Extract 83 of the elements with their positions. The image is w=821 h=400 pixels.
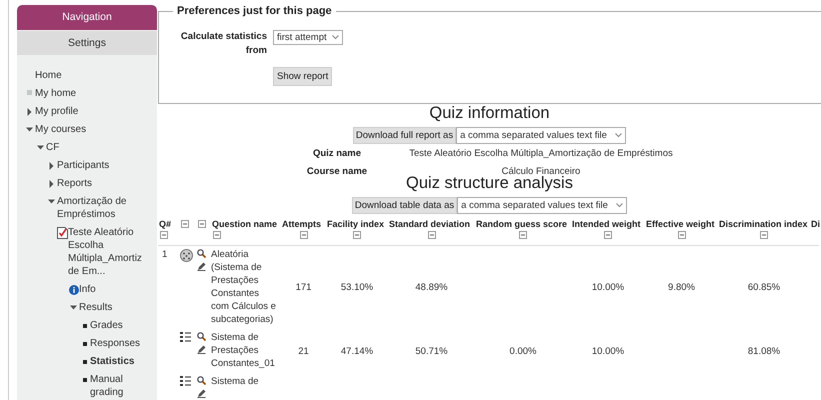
edit-icon[interactable] <box>197 345 206 354</box>
table-cell: 171 <box>296 282 312 293</box>
expanded-arrow-icon[interactable] <box>26 126 33 132</box>
table-cell: 47.14% <box>340 346 374 356</box>
collapsed-arrow-icon[interactable] <box>26 108 33 116</box>
settings-tab[interactable]: Settings <box>17 31 157 55</box>
list-icon <box>180 332 191 342</box>
column-header: Standard deviation <box>389 219 470 229</box>
edit-icon[interactable] <box>197 389 206 398</box>
field-value: Teste Aleatório Escolha Múltipla_Amortização de Empréstimos <box>408 148 674 159</box>
expanded-arrow-icon[interactable] <box>70 304 77 310</box>
bullet-icon <box>82 342 86 346</box>
list-icon <box>180 376 191 386</box>
statistics-label: Calculate statistics from <box>180 30 267 58</box>
checked-document-icon <box>57 226 68 238</box>
table-cell: 9.80% <box>668 282 695 293</box>
question-name-link[interactable]: Sistema de Prestações Constantes_01 <box>211 331 277 370</box>
column-header: Discrimination index <box>719 219 808 229</box>
expanded-arrow-icon[interactable] <box>37 144 44 150</box>
download-button[interactable]: Download full report as <box>352 127 456 144</box>
nav-link[interactable]: Home <box>35 68 157 82</box>
nav-link[interactable]: Reports <box>57 176 157 190</box>
show-report-button[interactable]: Show report <box>273 67 332 86</box>
column-header: Q# <box>159 219 172 229</box>
bullet-icon <box>82 378 86 382</box>
table-cell: 48.89% <box>415 282 448 293</box>
search-icon[interactable] <box>197 249 206 258</box>
question-name-link[interactable]: Sistema de <box>211 375 277 388</box>
field-label: Quiz name <box>312 148 362 159</box>
nav-link[interactable]: My profile <box>35 104 157 118</box>
download-button[interactable]: Download table data as <box>352 197 458 214</box>
format-select[interactable]: a comma separated values text file <box>456 127 626 144</box>
table-cell: 10.00% <box>592 346 624 356</box>
bullet-icon <box>82 360 86 364</box>
nav-link[interactable]: Manual grading <box>90 372 157 398</box>
nav-link[interactable]: Statistics <box>90 354 157 368</box>
search-icon[interactable] <box>197 376 206 385</box>
preferences-legend: Preferences just for this page <box>173 5 336 17</box>
column-header: Attempts <box>282 219 322 229</box>
dice-icon <box>180 249 193 262</box>
column-header: Intended weight <box>572 219 640 229</box>
nav-link[interactable]: My courses <box>35 122 157 136</box>
nav-link[interactable]: Grades <box>90 318 157 332</box>
collapsed-arrow-icon[interactable] <box>48 162 55 170</box>
section-title: Quiz structure analysis <box>405 174 573 193</box>
bullet-icon <box>27 90 32 94</box>
question-number: 1 <box>162 249 168 260</box>
dropdown-caret-icon <box>615 133 622 138</box>
search-icon[interactable] <box>197 332 206 341</box>
dropdown-caret-icon <box>332 35 339 40</box>
expanded-arrow-icon[interactable] <box>48 198 55 204</box>
nav-link[interactable]: My home <box>35 86 157 100</box>
column-header: Random guess score <box>476 219 568 229</box>
nav-link[interactable]: Results <box>79 300 157 314</box>
table-cell: 0.00% <box>510 346 536 356</box>
attempt-select[interactable]: first attempt <box>273 30 343 45</box>
field-label: Course name <box>306 166 368 177</box>
table-cell: 53.10% <box>340 282 374 293</box>
nav-link[interactable]: Amortização de Empréstimos <box>57 194 157 220</box>
table-cell: 60.85% <box>748 282 780 293</box>
format-select[interactable]: a comma separated values text file <box>457 197 628 214</box>
question-name-link[interactable]: Aleatória (Sistema de Prestações Constantes com Cálculos e subcategorias) <box>211 248 277 326</box>
nav-link[interactable]: Teste Aleatório Escolha Múltipla_Amortiz de Em... <box>68 226 157 278</box>
field-value: Cálculo Financeiro <box>500 166 582 177</box>
column-header: Di <box>811 219 820 229</box>
dropdown-caret-icon <box>616 203 624 208</box>
collapsed-arrow-icon[interactable] <box>48 180 55 188</box>
edit-icon[interactable] <box>197 262 206 271</box>
nav-link[interactable]: Info <box>79 282 157 296</box>
nav-link[interactable]: Responses <box>90 336 157 350</box>
bullet-icon <box>82 324 86 328</box>
nav-link[interactable]: CF <box>46 140 157 154</box>
column-header: Question name <box>212 219 278 229</box>
column-header: Effective weight <box>646 219 715 229</box>
nav-link[interactable]: Participants <box>57 158 157 172</box>
table-cell: 21 <box>298 346 309 356</box>
table-cell: 81.08% <box>748 346 780 356</box>
table-cell: 50.71% <box>415 346 448 356</box>
table-cell: 10.00% <box>592 282 624 293</box>
info-icon <box>68 284 78 294</box>
navigation-header[interactable]: Navigation <box>17 5 157 30</box>
section-title: Quiz information <box>428 104 551 123</box>
column-header: Facility index <box>327 219 384 229</box>
